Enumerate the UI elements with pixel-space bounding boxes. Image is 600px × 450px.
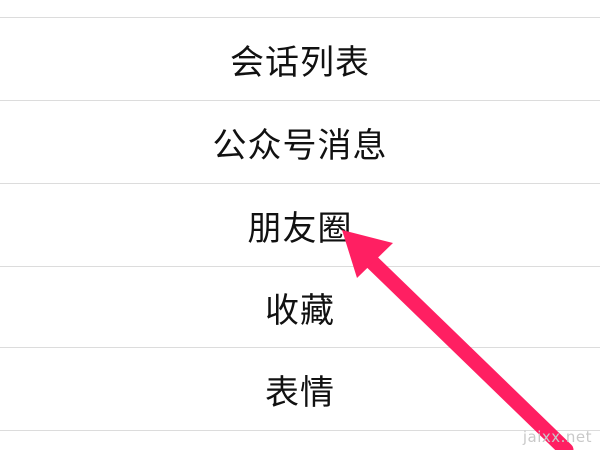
- watermark: jaixx.net: [522, 428, 592, 446]
- menu-item-label: 公众号消息: [212, 125, 388, 166]
- settings-screen: 会话列表 公众号消息 朋友圈 收藏 表情 jaixx.net: [0, 0, 600, 450]
- menu-item-label: 收藏: [265, 290, 335, 331]
- menu-item-stickers[interactable]: 表情: [0, 348, 600, 430]
- menu-item-label: 会话列表: [230, 42, 370, 83]
- menu-item-moments[interactable]: 朋友圈: [0, 184, 600, 266]
- menu-item-conversation-list[interactable]: 会话列表: [0, 18, 600, 100]
- divider: [0, 430, 600, 431]
- menu-item-label: 表情: [265, 372, 335, 413]
- menu-item-favorites[interactable]: 收藏: [0, 267, 600, 347]
- menu-item-label: 朋友圈: [247, 208, 353, 249]
- menu-item-official-account-messages[interactable]: 公众号消息: [0, 101, 600, 183]
